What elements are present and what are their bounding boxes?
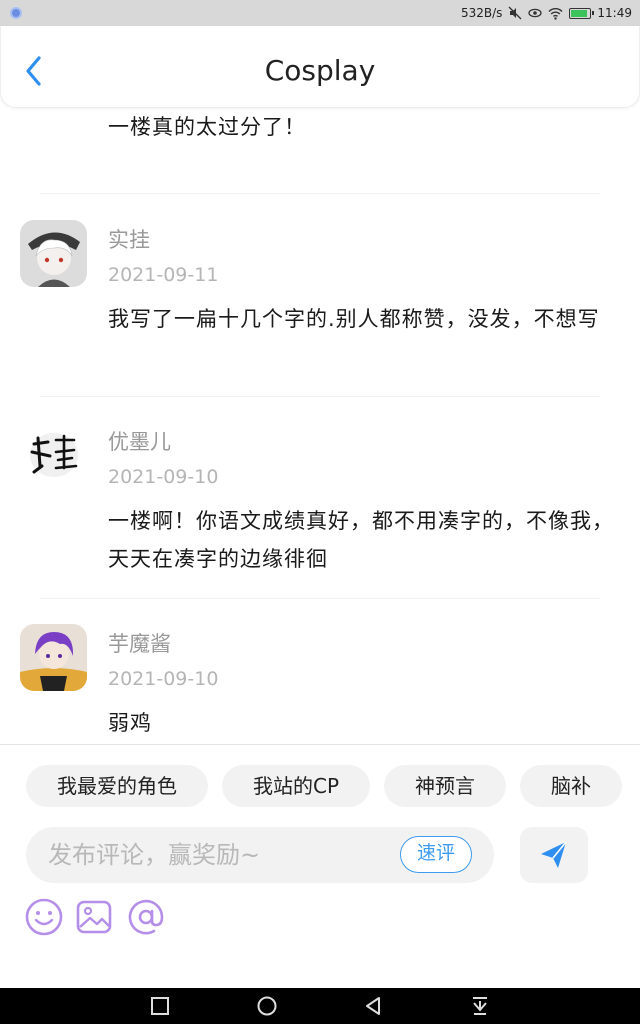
app-icon — [10, 7, 22, 19]
at-icon[interactable] — [126, 897, 166, 937]
comment-date: 2021-09-10 — [108, 668, 219, 690]
topic-chip[interactable]: 脑补 — [520, 765, 623, 807]
mute-icon — [508, 6, 522, 20]
purple-hair-anime-avatar — [20, 624, 87, 691]
top-app-bar: Cosplay — [0, 26, 640, 108]
comment-author[interactable]: 实挂 — [108, 224, 150, 254]
topic-chip[interactable]: 我站的CP — [222, 765, 371, 807]
comment-text: 一楼真的太过分了！ — [108, 115, 306, 139]
emoji-icon[interactable] — [24, 897, 64, 937]
wifi-icon — [548, 7, 563, 20]
avatar[interactable] — [20, 422, 87, 489]
send-plane-icon — [541, 841, 567, 868]
divider — [40, 396, 600, 397]
triangle-back-icon[interactable] — [360, 994, 386, 1018]
square-icon[interactable] — [147, 994, 173, 1018]
white-hair-anime-avatar — [20, 220, 87, 287]
topic-chip[interactable]: 神预言 — [384, 765, 507, 807]
comment-input[interactable] — [48, 835, 388, 875]
comment-date: 2021-09-11 — [108, 264, 219, 286]
comment-text: 我写了一扁十几个字的.别人都称赞，没发，不想写 — [108, 307, 600, 331]
comment-author[interactable]: 芋魔酱 — [108, 628, 171, 658]
topic-chips: 我最爱的角色 我站的CP 神预言 脑补 — [26, 765, 640, 807]
avatar[interactable] — [20, 220, 87, 287]
quick-comment-button[interactable]: 速评 — [399, 836, 472, 873]
network-speed: 532B/s — [460, 6, 503, 20]
comment-input-box: 速评 — [26, 827, 494, 883]
comment-text: 一楼啊！你语文成绩真好，都不用凑字的，不像我，天天在凑字的边缘徘徊 — [108, 509, 614, 571]
avatar[interactable] — [20, 624, 87, 691]
image-icon[interactable] — [74, 897, 114, 937]
comment-composer: 我最爱的角色我站的CP 神预言脑补 速评 — [0, 744, 640, 988]
circle-icon[interactable] — [254, 994, 280, 1018]
eye-icon — [528, 8, 543, 18]
send-button[interactable] — [520, 827, 588, 883]
divider — [40, 193, 600, 194]
divider — [40, 598, 600, 599]
comment-list[interactable]: 2021-09-11 一楼真的太过分了！ 实挂 2021-09-11 我写了一扁… — [0, 108, 640, 744]
clock: 11:49 — [597, 6, 632, 20]
calligraphy-avatar — [20, 422, 87, 489]
page-title: Cosplay — [264, 54, 376, 87]
download-icon[interactable] — [467, 994, 493, 1018]
comment-author[interactable]: 优墨儿 — [108, 426, 171, 456]
status-bar: 532B/s 11:49 — [0, 0, 640, 26]
topic-chip[interactable]: 我最爱的角色 — [26, 765, 208, 807]
comment-text: 弱鸡 — [108, 711, 152, 735]
battery-icon — [569, 7, 595, 19]
comment-date: 2021-09-10 — [108, 466, 219, 488]
system-nav-bar — [0, 988, 640, 1024]
